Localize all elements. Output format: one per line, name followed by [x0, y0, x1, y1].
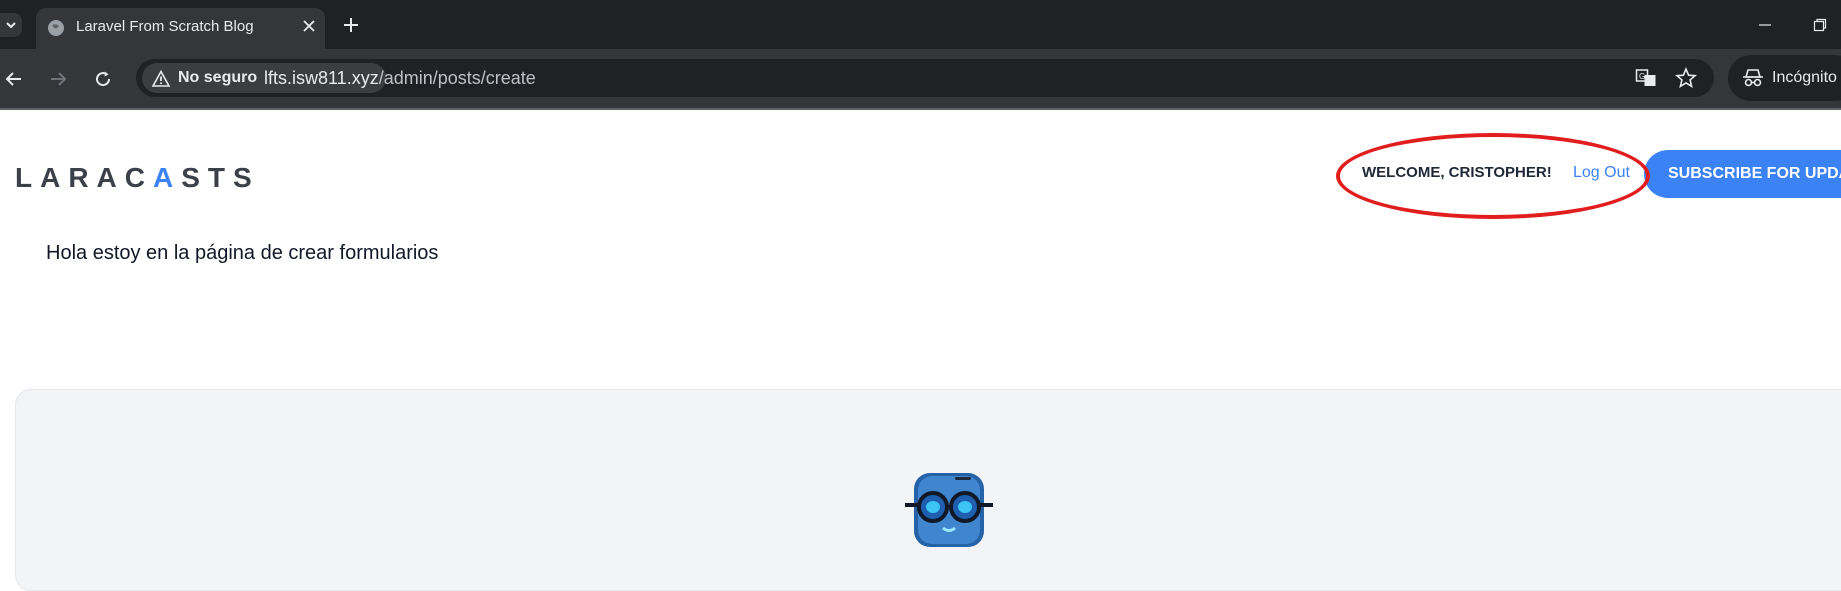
logo-text-end: STS — [181, 162, 260, 193]
restore-button[interactable] — [1808, 13, 1832, 37]
close-icon — [303, 20, 315, 32]
toolbar-divider — [0, 108, 1841, 110]
browser-tab[interactable]: Laravel From Scratch Blog — [36, 8, 325, 49]
translate-button[interactable]: G — [1634, 66, 1658, 90]
tab-list-icon — [6, 22, 16, 29]
back-button[interactable] — [0, 65, 28, 93]
url-host: lfts.isw811.xyz — [264, 68, 379, 88]
incognito-icon — [1743, 69, 1763, 87]
incognito-label: Incógnito — [1772, 69, 1837, 86]
back-icon — [5, 72, 21, 86]
subscribe-button[interactable]: SUBSCRIBE FOR UPDATES — [1644, 150, 1841, 198]
bookmark-button[interactable] — [1674, 66, 1698, 90]
star-icon — [1675, 67, 1697, 88]
plus-icon — [344, 18, 358, 32]
logo-text-start: LARAC — [15, 162, 153, 193]
svg-text:G: G — [1639, 72, 1645, 81]
forward-button[interactable] — [44, 65, 72, 93]
address-bar[interactable]: No seguro lfts.isw811.xyz/admin/posts/cr… — [136, 59, 1714, 97]
browser-toolbar: No seguro lfts.isw811.xyz/admin/posts/cr… — [0, 49, 1841, 108]
minimize-icon — [1759, 24, 1771, 26]
reload-icon — [96, 71, 111, 87]
security-label: No seguro — [178, 69, 258, 86]
laracasts-logo[interactable]: LARACASTS — [15, 162, 260, 194]
reload-button[interactable] — [89, 65, 117, 93]
url-path: /admin/posts/create — [378, 68, 536, 88]
annotation-ellipse — [1336, 133, 1650, 219]
url-text[interactable]: lfts.isw811.xyz/admin/posts/create — [264, 68, 536, 89]
new-tab-button[interactable] — [339, 13, 363, 37]
minimize-button[interactable] — [1753, 13, 1777, 37]
forward-icon — [51, 72, 67, 86]
warning-icon — [152, 70, 170, 87]
tab-bar: Laravel From Scratch Blog — [0, 0, 1841, 49]
close-tab-button[interactable] — [298, 15, 320, 37]
subscribe-label: SUBSCRIBE FOR UPDATES — [1668, 165, 1841, 182]
page-intro-text: Hola estoy en la página de crear formula… — [46, 242, 439, 264]
incognito-chip[interactable]: Incógnito — [1728, 55, 1841, 101]
restore-icon — [1813, 18, 1827, 32]
translate-icon: G — [1635, 69, 1656, 86]
logo-text-hat: A — [153, 162, 182, 193]
tab-list-button[interactable] — [0, 13, 22, 37]
globe-icon — [48, 20, 64, 36]
tab-title: Laravel From Scratch Blog — [76, 18, 254, 35]
robot-mascot-icon — [905, 473, 993, 547]
